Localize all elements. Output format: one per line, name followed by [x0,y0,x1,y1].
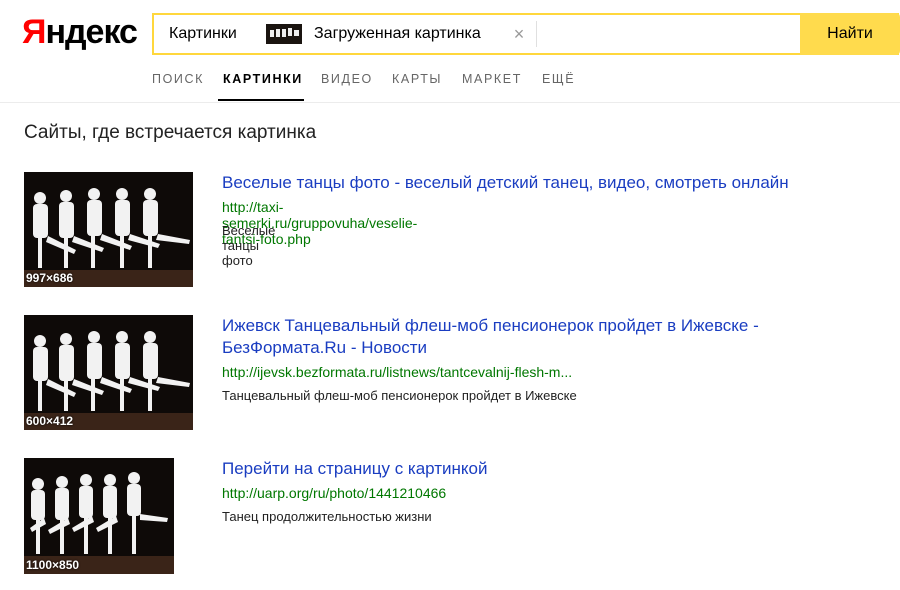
result-snippet: Веселые танцы фото [222,223,276,268]
header-divider [0,102,900,103]
tab-maps[interactable]: КАРТЫ [392,68,442,102]
result-title-link[interactable]: Ижевск Танцевальный флеш-моб пенсионерок… [222,315,759,337]
tab-search[interactable]: ПОИСК [152,68,204,102]
image-size-label: 1100×850 [26,558,80,572]
close-icon[interactable]: × [509,24,529,44]
result-thumbnail[interactable]: 600×412 [24,315,193,430]
search-divider [536,21,537,47]
result-thumbnail[interactable]: 1100×850 [24,458,174,574]
uploaded-image-thumbnail [266,24,302,44]
result-title-link[interactable]: Перейти на страницу с картинкой [222,458,488,480]
result-snippet: Танцевальный флеш-моб пенсионерок пройде… [222,388,577,403]
dancers-image [24,172,193,287]
dancers-image [24,315,193,430]
uploaded-image-label: Загруженная картинка [314,25,481,42]
result-url[interactable]: http://ijevsk.bezformata.ru/listnews/tan… [222,364,572,380]
logo-first-letter: Я [22,13,46,51]
active-tab-underline [218,99,304,101]
tab-market[interactable]: МАРКЕТ [462,68,522,102]
image-size-label: 600×412 [26,414,74,428]
section-title: Сайты, где встречается картинка [24,122,317,143]
result-snippet: Танец продолжительностью жизни [222,509,432,524]
search-button[interactable]: Найти [800,13,900,55]
logo-rest: ндекс [45,13,138,51]
tab-more[interactable]: ЕЩЁ [542,68,575,102]
tab-video[interactable]: ВИДЕО [321,68,373,102]
result-url[interactable]: http://uarp.org/ru/photo/1441210466 [222,485,446,501]
tab-images[interactable]: КАРТИНКИ [223,68,303,102]
result-title-link-line2[interactable]: БезФормата.Ru - Новости [222,337,427,359]
result-thumbnail[interactable]: 997×686 [24,172,193,287]
image-size-label: 997×686 [26,271,74,285]
search-bar[interactable]: Картинки Загруженная картинка × [152,13,899,55]
search-service-label[interactable]: Картинки [169,15,237,53]
result-title-link[interactable]: Веселые танцы фото - веселый детский тан… [222,172,789,194]
yandex-logo[interactable]: Яндекс [22,12,138,52]
dancers-image [24,458,174,574]
